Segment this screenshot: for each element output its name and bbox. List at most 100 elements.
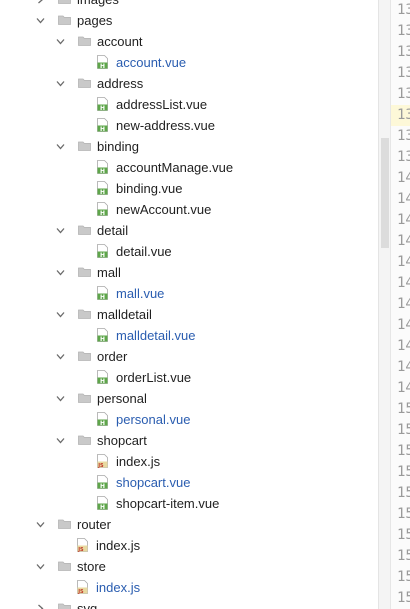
- tree-folder-row[interactable]: account: [0, 31, 378, 52]
- vue-file-icon: H: [97, 181, 108, 195]
- file-label: accountManage.vue: [116, 160, 234, 175]
- tree-folder-row[interactable]: pages: [0, 10, 378, 31]
- folder-icon: [58, 561, 71, 571]
- tree-folder-row[interactable]: personal: [0, 388, 378, 409]
- line-number: 14: [397, 296, 410, 312]
- js-file-icon: JS: [97, 454, 108, 468]
- folder-label: svg: [77, 601, 98, 609]
- tree-file-row[interactable]: Hshopcart.vue: [0, 472, 378, 493]
- tree-folder-row[interactable]: address: [0, 73, 378, 94]
- svg-text:H: H: [100, 252, 105, 258]
- tree-file-row[interactable]: JS index.js: [0, 451, 378, 472]
- line-number: 13: [397, 65, 410, 81]
- folder-label: account: [97, 34, 143, 49]
- chevron-down-icon[interactable]: [56, 226, 65, 235]
- chevron-down-icon[interactable]: [56, 436, 65, 445]
- chevron-down-icon[interactable]: [36, 520, 45, 529]
- tree-file-row[interactable]: JS index.js: [0, 535, 378, 556]
- tree-file-row[interactable]: JS index.js: [0, 577, 378, 598]
- line-number: 14: [397, 254, 410, 270]
- svg-text:JS: JS: [77, 547, 84, 552]
- tree-file-row[interactable]: HorderList.vue: [0, 367, 378, 388]
- folder-icon: [78, 78, 91, 88]
- file-label: malldetail.vue: [116, 328, 196, 343]
- svg-text:JS: JS: [97, 463, 104, 468]
- chevron-down-icon[interactable]: [56, 310, 65, 319]
- svg-text:H: H: [100, 126, 105, 132]
- tree-file-row[interactable]: Hnew-address.vue: [0, 115, 378, 136]
- tree-folder-row[interactable]: router: [0, 514, 378, 535]
- file-label: shopcart-item.vue: [116, 496, 220, 511]
- vue-file-icon: H: [97, 286, 108, 300]
- js-file-icon: JS: [77, 580, 88, 594]
- folder-icon: [58, 15, 71, 25]
- svg-text:H: H: [100, 294, 105, 300]
- line-number: 13: [397, 23, 410, 39]
- vue-file-icon: H: [97, 118, 108, 132]
- folder-icon: [78, 267, 91, 277]
- folder-icon: [78, 225, 91, 235]
- vue-file-icon: H: [97, 160, 108, 174]
- folder-icon: [58, 603, 71, 609]
- tree-file-row[interactable]: Hbinding.vue: [0, 178, 378, 199]
- tree-folder-row[interactable]: binding: [0, 136, 378, 157]
- folder-icon: [58, 0, 71, 4]
- tree-file-row[interactable]: Haccount.vue: [0, 52, 378, 73]
- folder-icon: [78, 36, 91, 46]
- file-label: mall.vue: [116, 286, 165, 301]
- file-label: personal.vue: [116, 412, 191, 427]
- tree-scrollbar[interactable]: [378, 0, 390, 609]
- folder-icon: [78, 309, 91, 319]
- tree-file-row[interactable]: HaddressList.vue: [0, 94, 378, 115]
- tree-file-row[interactable]: Hdetail.vue: [0, 241, 378, 262]
- tree-folder-row[interactable]: malldetail: [0, 304, 378, 325]
- line-number: 14: [397, 359, 410, 375]
- tree-folder-row[interactable]: detail: [0, 220, 378, 241]
- vue-file-icon: H: [97, 475, 108, 489]
- chevron-down-icon[interactable]: [56, 268, 65, 277]
- line-number: 14: [397, 170, 410, 186]
- svg-text:H: H: [100, 189, 105, 195]
- svg-text:H: H: [100, 210, 105, 216]
- line-number: 15: [397, 443, 410, 459]
- vue-file-icon: H: [97, 496, 108, 510]
- vue-file-icon: H: [97, 412, 108, 426]
- chevron-down-icon[interactable]: [56, 142, 65, 151]
- tree-file-row[interactable]: Hpersonal.vue: [0, 409, 378, 430]
- chevron-down-icon[interactable]: [36, 562, 45, 571]
- file-label: new-address.vue: [116, 118, 215, 133]
- chevron-right-icon[interactable]: [36, 0, 45, 4]
- vue-file-icon: H: [97, 202, 108, 216]
- svg-text:H: H: [100, 504, 105, 510]
- line-number: 15: [397, 506, 410, 522]
- tree-folder-row[interactable]: store: [0, 556, 378, 577]
- tree-file-row[interactable]: HaccountManage.vue: [0, 157, 378, 178]
- tree-file-row[interactable]: Hmalldetail.vue: [0, 325, 378, 346]
- tree-folder-row[interactable]: mall: [0, 262, 378, 283]
- tree-file-row[interactable]: Hmall.vue: [0, 283, 378, 304]
- chevron-down-icon[interactable]: [56, 37, 65, 46]
- chevron-right-icon[interactable]: [36, 604, 45, 609]
- tree-file-row[interactable]: Hshopcart-item.vue: [0, 493, 378, 514]
- tree-folder-row[interactable]: shopcart: [0, 430, 378, 451]
- line-number: 15: [397, 422, 410, 438]
- chevron-down-icon[interactable]: [56, 394, 65, 403]
- tree-file-row[interactable]: HnewAccount.vue: [0, 199, 378, 220]
- chevron-down-icon[interactable]: [36, 16, 45, 25]
- folder-label: order: [97, 349, 128, 364]
- file-label: addressList.vue: [116, 97, 208, 112]
- folder-label: binding: [97, 139, 139, 154]
- project-file-tree[interactable]: images pages account Haccount.vue address Had…: [0, 0, 378, 609]
- svg-text:JS: JS: [77, 589, 84, 594]
- folder-label: shopcart: [97, 433, 147, 448]
- line-number: 14: [397, 380, 410, 396]
- line-number: 14: [397, 212, 410, 228]
- tree-folder-row[interactable]: images: [0, 0, 378, 10]
- line-number: 13: [397, 2, 410, 18]
- chevron-down-icon[interactable]: [56, 352, 65, 361]
- chevron-down-icon[interactable]: [56, 79, 65, 88]
- file-label: index.js: [96, 580, 141, 595]
- tree-folder-row[interactable]: order: [0, 346, 378, 367]
- tree-folder-row[interactable]: svg: [0, 598, 378, 609]
- scrollbar-thumb[interactable]: [381, 138, 389, 248]
